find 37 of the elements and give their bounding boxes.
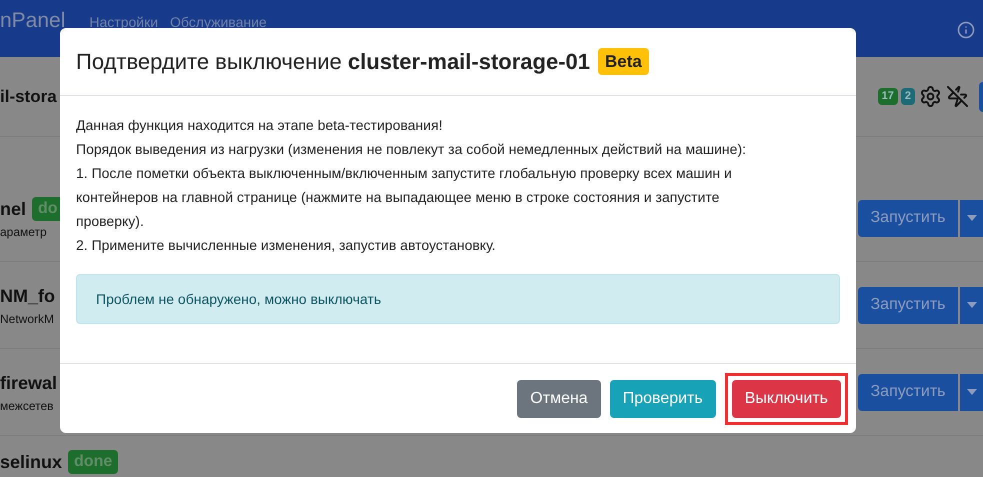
body-text: Данная функция находится на этапе beta-тестирования! xyxy=(76,116,444,135)
row-subtitle: араметр xyxy=(0,224,48,240)
page-title: il-stora xyxy=(0,86,57,108)
run-button[interactable]: Запустить xyxy=(858,200,958,236)
info-icon[interactable] xyxy=(957,21,975,39)
row-subtitle: межсетев xyxy=(0,398,55,414)
success-alert: Проблем не обнаружено, можно выключать xyxy=(76,274,840,324)
button-edge[interactable] xyxy=(979,82,983,112)
row-title: NM_fo xyxy=(0,284,55,308)
caret-icon xyxy=(966,389,976,395)
row-subtitle: NetworkM xyxy=(0,310,55,328)
zap-off-icon[interactable] xyxy=(946,85,969,108)
beta-badge: Beta xyxy=(598,48,649,76)
body-text: 2. Примените вычисленные изменения, запустив автоустановку. xyxy=(76,236,497,255)
dropdown-toggle[interactable] xyxy=(960,286,983,324)
dialog-button[interactable]: Выключить xyxy=(732,380,841,418)
dialog-button[interactable]: Проверить xyxy=(610,380,716,418)
nav-link[interactable]: Настройки xyxy=(89,14,158,30)
body-text: 1. После пометки объекта выключенным/включенным запустите глобальную проверку всех машин и контейнеров на главной странице (нажмите на выпадающее меню в строке состояния и запустите проверку). xyxy=(76,164,733,231)
body-text: Порядок выведения из нагрузки (изменения не повлекут за собой немедленных действий на машине): xyxy=(76,140,747,159)
caret-icon xyxy=(966,302,976,308)
count-badge: 17 xyxy=(878,88,898,105)
status-badge: done xyxy=(68,450,118,474)
count-badge: 2 xyxy=(900,88,915,105)
brand[interactable]: nPanel xyxy=(0,9,66,33)
dialog-button[interactable]: Отмена xyxy=(517,380,601,418)
caret-icon xyxy=(966,215,976,221)
nav-link[interactable]: Обслуживание xyxy=(170,14,267,30)
modal-title: Подтвердите выключение cluster-mail-storage-01 xyxy=(76,48,590,76)
run-button[interactable]: Запустить xyxy=(858,374,958,410)
run-button[interactable]: Запустить xyxy=(858,286,958,324)
row-title: firewal xyxy=(0,372,58,394)
dropdown-toggle[interactable] xyxy=(960,200,983,236)
settings-icon[interactable] xyxy=(919,85,942,108)
row-title: selinux xyxy=(0,450,62,474)
row-title: nel xyxy=(0,198,26,220)
dropdown-toggle[interactable] xyxy=(960,374,983,410)
